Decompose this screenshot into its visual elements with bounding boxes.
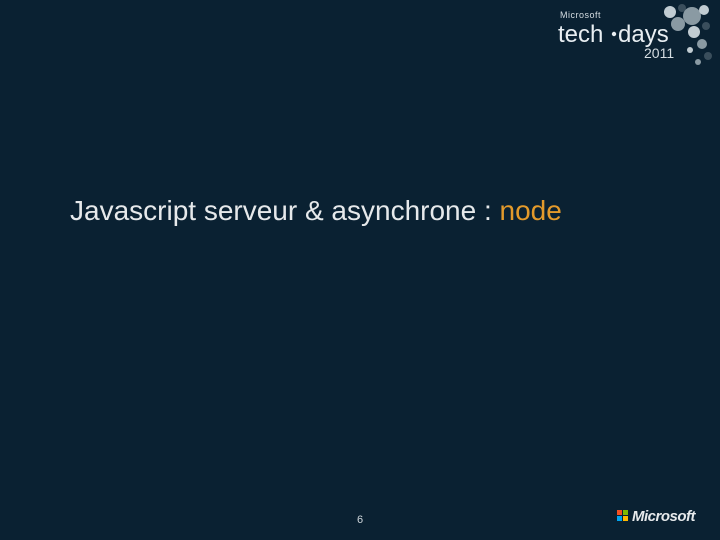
brand-small-text: Microsoft: [560, 10, 601, 20]
slide-title: Javascript serveur & asynchrone : node: [70, 195, 562, 227]
page-number: 6: [357, 514, 363, 526]
slide: Microsoft tech days 2011 Javascript serv…: [0, 0, 720, 540]
ms-footer-text: Microsoft: [632, 508, 697, 525]
title-prefix: Javascript serveur & asynchrone :: [70, 195, 500, 226]
ms-flag-icon: [617, 510, 628, 521]
brand-year-text: 2011: [644, 45, 674, 61]
title-accent: node: [500, 195, 562, 226]
microsoft-footer-logo: Microsoft: [616, 506, 706, 528]
dot-icon: [612, 32, 616, 36]
techdays-logo: Microsoft tech days 2011: [522, 4, 712, 74]
brand-tech-text: tech: [558, 21, 603, 48]
brand-days-text: days: [618, 21, 669, 48]
techdays-logo-svg: Microsoft tech days 2011: [522, 4, 712, 74]
